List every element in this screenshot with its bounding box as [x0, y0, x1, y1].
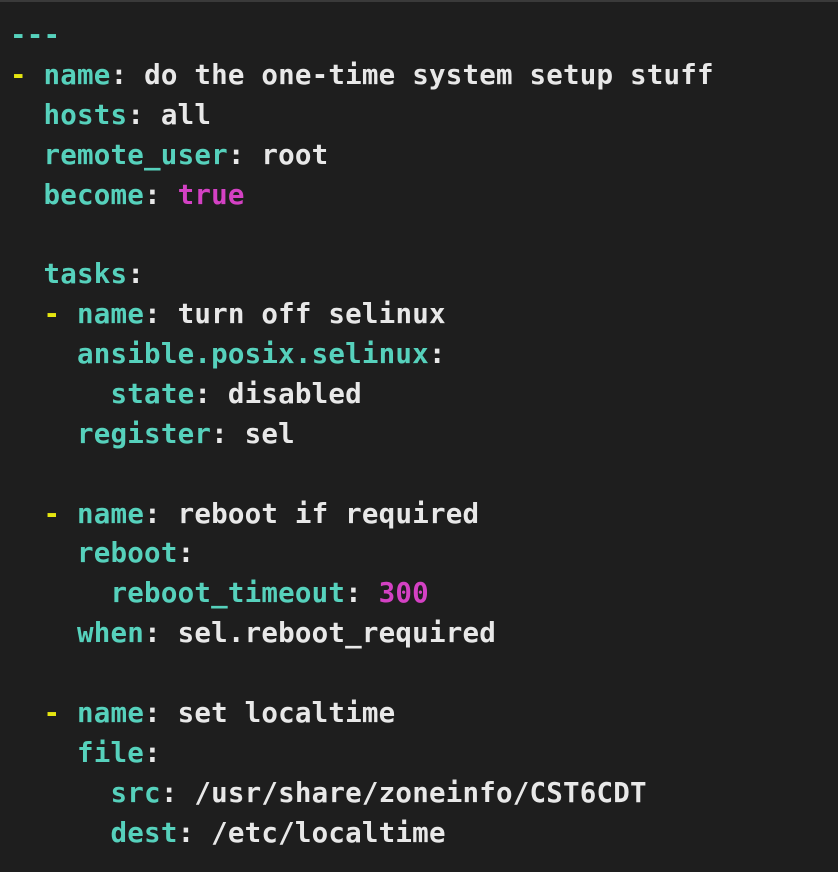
colon: : [144, 617, 161, 649]
colon: : [144, 737, 161, 769]
list-dash: - [44, 298, 61, 330]
task2-name-value: set localtime [178, 697, 396, 729]
key-become: become [44, 179, 145, 211]
colon: : [161, 777, 178, 809]
key-tasks: tasks [44, 258, 128, 290]
colon: : [127, 258, 144, 290]
colon: : [178, 537, 195, 569]
state-value: disabled [228, 378, 362, 410]
list-dash: - [44, 697, 61, 729]
key-remote-user: remote_user [44, 139, 228, 171]
colon: : [429, 338, 446, 370]
colon: : [178, 817, 195, 849]
colon: : [194, 378, 211, 410]
when-value: sel.reboot_required [178, 617, 496, 649]
dest-value: /etc/localtime [211, 817, 446, 849]
colon: : [228, 139, 245, 171]
key-hosts: hosts [44, 99, 128, 131]
key-name: name [77, 498, 144, 530]
list-dash: - [44, 498, 61, 530]
play-name-value: do the one-time system setup stuff [144, 59, 714, 91]
key-module: file [77, 737, 144, 769]
colon: : [111, 59, 128, 91]
colon: : [144, 697, 161, 729]
key-module: reboot [77, 537, 178, 569]
key-dest: dest [111, 817, 178, 849]
task0-name-value: turn off selinux [178, 298, 446, 330]
key-name: name [77, 298, 144, 330]
colon: : [345, 577, 362, 609]
register-value: sel [245, 418, 295, 450]
key-register: register [77, 418, 211, 450]
key-name: name [77, 697, 144, 729]
colon: : [144, 179, 161, 211]
colon: : [127, 99, 144, 131]
colon: : [211, 418, 228, 450]
key-reboot-timeout: reboot_timeout [111, 577, 346, 609]
yaml-doc-start: --- [10, 19, 60, 51]
reboot-timeout-value: 300 [379, 577, 429, 609]
key-when: when [77, 617, 144, 649]
key-name: name [44, 59, 111, 91]
list-dash: - [10, 59, 27, 91]
yaml-code-block: --- - name: do the one-time system setup… [0, 2, 838, 853]
task1-name-value: reboot if required [178, 498, 480, 530]
src-value: /usr/share/zoneinfo/CST6CDT [194, 777, 646, 809]
key-state: state [111, 378, 195, 410]
key-src: src [111, 777, 161, 809]
remote-user-value: root [261, 139, 328, 171]
colon: : [144, 298, 161, 330]
key-module: ansible.posix.selinux [77, 338, 429, 370]
become-value: true [178, 179, 245, 211]
colon: : [144, 498, 161, 530]
hosts-value: all [161, 99, 211, 131]
